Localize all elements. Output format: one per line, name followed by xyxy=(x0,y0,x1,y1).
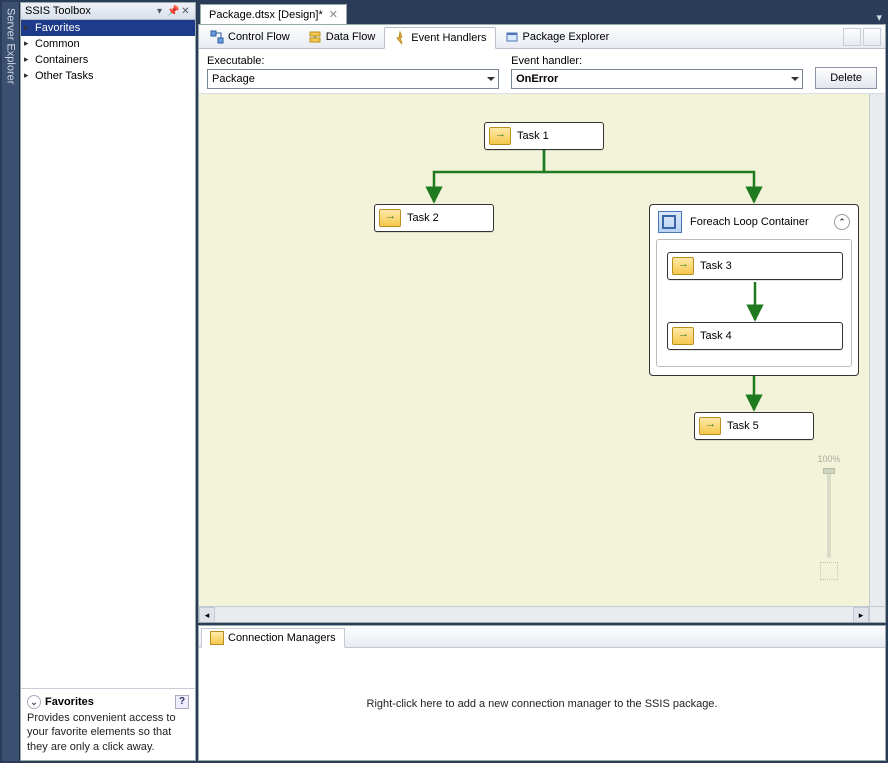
toolbox-item-containers[interactable]: Containers xyxy=(21,52,195,68)
toolbox-tree: Favorites Common Containers Other Tasks xyxy=(21,20,195,688)
help-icon[interactable]: ? xyxy=(175,695,189,709)
event-handler-label: Event handler: xyxy=(511,55,803,67)
task-label: Task 3 xyxy=(700,260,732,272)
event-handler-value: OnError xyxy=(516,73,558,85)
zoom-slider[interactable]: 100% xyxy=(815,454,843,580)
subtab-label: Control Flow xyxy=(228,31,290,43)
close-icon[interactable]: ✕ xyxy=(329,8,338,21)
zoom-thumb[interactable] xyxy=(823,468,835,474)
ssis-toolbox-panel: SSIS Toolbox ▾ 📌 ✕ Favorites Common Cont… xyxy=(20,2,196,761)
task-node-4[interactable]: Task 4 xyxy=(667,322,843,350)
connection-managers-panel: Connection Managers Right-click here to … xyxy=(198,625,886,761)
subtab-label: Package Explorer xyxy=(523,31,610,43)
document-tab[interactable]: Package.dtsx [Design]* ✕ xyxy=(200,4,347,24)
container-label: Foreach Loop Container xyxy=(690,216,809,228)
task-node-1[interactable]: Task 1 xyxy=(484,122,604,150)
document-tab-label: Package.dtsx [Design]* xyxy=(209,9,323,21)
task-label: Task 5 xyxy=(727,420,759,432)
toolbox-toggle-icon[interactable] xyxy=(843,28,861,46)
zoom-label: 100% xyxy=(817,454,840,464)
task-label: Task 2 xyxy=(407,212,439,224)
foreach-loop-container[interactable]: Foreach Loop Container ⌃ xyxy=(649,204,859,376)
control-flow-icon xyxy=(210,30,224,44)
task-node-5[interactable]: Task 5 xyxy=(694,412,814,440)
delete-button[interactable]: Delete xyxy=(815,67,877,89)
task-node-3[interactable]: Task 3 xyxy=(667,252,843,280)
event-handlers-icon xyxy=(393,31,407,45)
subtab-label: Event Handlers xyxy=(411,32,486,44)
variables-icon[interactable] xyxy=(863,28,881,46)
event-handler-select[interactable]: OnError xyxy=(511,69,803,89)
server-explorer-label: Server Explorer xyxy=(5,8,17,84)
vertical-scrollbar[interactable] xyxy=(869,94,885,606)
task-label: Task 1 xyxy=(517,130,549,142)
task-node-2[interactable]: Task 2 xyxy=(374,204,494,232)
connection-hint: Right-click here to add a new connection… xyxy=(367,698,718,710)
tab-event-handlers[interactable]: Event Handlers xyxy=(384,27,495,49)
toolbox-desc-title: Favorites xyxy=(45,696,94,708)
tab-data-flow[interactable]: Data Flow xyxy=(299,26,385,48)
connection-tab-label: Connection Managers xyxy=(228,632,336,644)
container-body[interactable]: Task 3 Task 4 xyxy=(656,239,852,367)
document-tabbar: Package.dtsx [Design]* ✕ ▾ xyxy=(198,2,886,24)
scroll-right-icon[interactable]: ▸ xyxy=(853,607,869,623)
tab-control-flow[interactable]: Control Flow xyxy=(201,26,299,48)
connection-managers-tab[interactable]: Connection Managers xyxy=(201,628,345,648)
zoom-fit-icon[interactable] xyxy=(820,562,838,580)
event-handler-selector: Executable: Package Event handler: OnErr… xyxy=(199,49,885,94)
task-icon xyxy=(489,127,511,145)
executable-select[interactable]: Package xyxy=(207,69,499,89)
package-explorer-icon xyxy=(505,30,519,44)
toolbox-titlebar: SSIS Toolbox ▾ 📌 ✕ xyxy=(21,3,195,20)
tab-list-dropdown-icon[interactable]: ▾ xyxy=(876,11,882,24)
toolbox-item-other-tasks[interactable]: Other Tasks xyxy=(21,68,195,84)
data-flow-icon xyxy=(308,30,322,44)
foreach-icon xyxy=(658,211,682,233)
task-icon xyxy=(699,417,721,435)
toolbox-pin-icon[interactable]: 📌 xyxy=(167,6,178,17)
toolbox-item-common[interactable]: Common xyxy=(21,36,195,52)
task-label: Task 4 xyxy=(700,330,732,342)
connection-icon xyxy=(210,631,224,645)
executable-value: Package xyxy=(212,73,255,85)
horizontal-scrollbar[interactable]: ◂ ▸ xyxy=(199,606,869,622)
task-icon xyxy=(672,327,694,345)
connection-managers-body[interactable]: Right-click here to add a new connection… xyxy=(199,648,885,760)
task-icon xyxy=(672,257,694,275)
toolbox-description: ⌄ Favorites ? Provides convenient access… xyxy=(21,688,195,760)
toolbox-dropdown-icon[interactable]: ▾ xyxy=(154,6,165,17)
toolbox-item-favorites[interactable]: Favorites xyxy=(21,20,195,36)
designer-surface: Control Flow Data Flow Event Handlers Pa… xyxy=(198,24,886,623)
toolbox-desc-text: Provides convenient access to your favor… xyxy=(27,711,189,754)
server-explorer-tab[interactable]: Server Explorer xyxy=(2,2,20,761)
executable-label: Executable: xyxy=(207,55,499,67)
designer-subtabs: Control Flow Data Flow Event Handlers Pa… xyxy=(199,25,885,49)
collapse-icon[interactable]: ⌃ xyxy=(834,214,850,230)
subtab-label: Data Flow xyxy=(326,31,376,43)
tab-package-explorer[interactable]: Package Explorer xyxy=(496,26,619,48)
event-handler-canvas[interactable]: Task 1 Task 2 Foreach Loop Container ⌃ xyxy=(199,94,869,606)
chevron-down-icon[interactable]: ⌄ xyxy=(27,695,41,709)
zoom-track[interactable] xyxy=(827,468,831,558)
task-icon xyxy=(379,209,401,227)
scroll-corner xyxy=(869,606,885,622)
scroll-left-icon[interactable]: ◂ xyxy=(199,607,215,623)
toolbox-title: SSIS Toolbox xyxy=(25,5,91,17)
toolbox-close-icon[interactable]: ✕ xyxy=(180,6,191,17)
